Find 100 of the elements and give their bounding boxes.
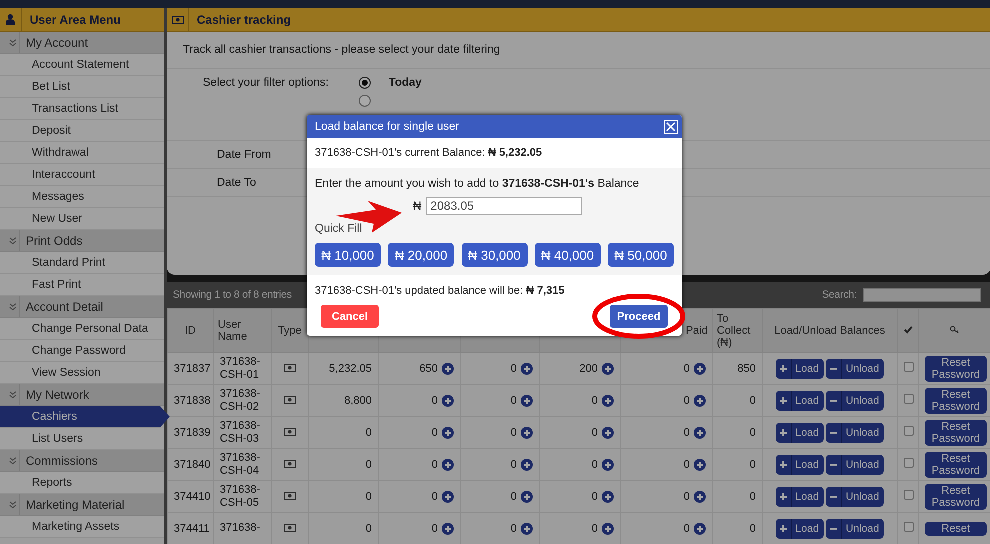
plus-circle-icon[interactable] bbox=[602, 362, 614, 374]
reset-password-button[interactable]: Reset Password bbox=[925, 452, 987, 478]
plus-circle-icon[interactable] bbox=[521, 426, 533, 438]
unload-button[interactable]: Unload bbox=[826, 454, 884, 474]
menu-item[interactable]: Bet List bbox=[0, 76, 164, 98]
chevron-icon bbox=[8, 38, 16, 46]
table-cell: 0 bbox=[432, 522, 438, 534]
plus-circle-icon[interactable] bbox=[602, 522, 614, 534]
quick-fill-button[interactable]: ₦ 20,000 bbox=[388, 243, 454, 267]
unload-button[interactable]: Unload bbox=[826, 518, 884, 538]
table-cell: 0 bbox=[366, 426, 372, 438]
unload-button[interactable]: Unload bbox=[826, 390, 884, 410]
search-field[interactable] bbox=[863, 288, 981, 302]
plus-circle-icon[interactable] bbox=[602, 426, 614, 438]
menu-item[interactable]: Marketing Assets bbox=[0, 516, 164, 538]
quick-fill-button[interactable]: ₦ 30,000 bbox=[462, 243, 528, 267]
plus-circle-icon[interactable] bbox=[602, 458, 614, 470]
amount-prompt: Enter the amount you wish to add to 371638-CSH-01's Balance bbox=[315, 178, 640, 190]
date-from-label: Date From bbox=[217, 148, 272, 160]
plus-circle-icon[interactable] bbox=[694, 362, 706, 374]
menu-item[interactable]: Cashiers bbox=[0, 406, 170, 428]
menu-item[interactable]: Withdrawal bbox=[0, 142, 164, 164]
reset-password-button[interactable]: Reset Password bbox=[925, 420, 987, 446]
menu-item[interactable]: New User bbox=[0, 208, 164, 230]
menu-item[interactable]: Transactions List bbox=[0, 98, 164, 120]
plus-circle-icon[interactable] bbox=[442, 458, 454, 470]
load-button[interactable]: Load bbox=[776, 422, 824, 442]
menu-section[interactable]: My Account bbox=[0, 32, 164, 54]
row-checkbox[interactable] bbox=[904, 522, 914, 532]
banknote-icon bbox=[284, 524, 296, 532]
load-button[interactable]: Load bbox=[776, 358, 824, 378]
menu-section[interactable]: Account Detail bbox=[0, 296, 164, 318]
menu-item[interactable]: View Session bbox=[0, 362, 164, 384]
table-cell: 374411 bbox=[174, 522, 210, 534]
plus-circle-icon[interactable] bbox=[442, 490, 454, 502]
menu-section[interactable]: My Network bbox=[0, 384, 164, 406]
table-cell: 0 bbox=[510, 490, 517, 502]
proceed-button[interactable]: Proceed bbox=[610, 305, 668, 328]
unload-button[interactable]: Unload bbox=[826, 422, 884, 442]
row-checkbox[interactable] bbox=[904, 362, 914, 372]
cancel-button[interactable]: Cancel bbox=[321, 305, 379, 328]
table-cell: 0 bbox=[592, 490, 598, 502]
menu-item[interactable]: Reports bbox=[0, 472, 164, 494]
table-cell: 0 bbox=[510, 522, 517, 534]
menu-item[interactable]: Messages bbox=[0, 186, 164, 208]
row-checkbox[interactable] bbox=[904, 490, 914, 500]
plus-circle-icon[interactable] bbox=[521, 362, 533, 374]
menu-section[interactable]: Print Odds bbox=[0, 230, 164, 252]
row-checkbox[interactable] bbox=[904, 426, 914, 436]
plus-circle-icon[interactable] bbox=[442, 362, 454, 374]
table-cell: 0 bbox=[750, 490, 756, 502]
menu-item[interactable]: Deposit bbox=[0, 120, 164, 142]
quick-fill-button[interactable]: ₦ 40,000 bbox=[534, 243, 601, 267]
plus-circle-icon[interactable] bbox=[442, 394, 454, 406]
reset-password-button[interactable]: Reset bbox=[925, 522, 987, 536]
plus-circle-icon[interactable] bbox=[521, 394, 533, 406]
plus-circle-icon[interactable] bbox=[694, 426, 706, 438]
unload-button[interactable]: Unload bbox=[826, 358, 884, 378]
menu-item[interactable]: Account Statement bbox=[0, 54, 164, 76]
menu-item[interactable]: Change Password bbox=[0, 340, 164, 362]
plus-circle-icon[interactable] bbox=[694, 522, 706, 534]
amount-field[interactable]: 2083.05 bbox=[426, 197, 582, 215]
plus-circle-icon[interactable] bbox=[694, 394, 706, 406]
table-cell: 0 bbox=[750, 426, 756, 438]
menu-item[interactable]: List Users bbox=[0, 428, 164, 450]
load-button[interactable]: Load bbox=[776, 454, 824, 474]
unload-button[interactable]: Unload bbox=[826, 486, 884, 506]
table-cell: 0 bbox=[432, 490, 438, 502]
menu-section[interactable]: Marketing Material bbox=[0, 494, 164, 516]
reset-password-button[interactable]: Reset Password bbox=[925, 484, 987, 510]
table-cell: 0 bbox=[510, 362, 517, 374]
load-button[interactable]: Load bbox=[776, 390, 824, 410]
menu-item[interactable]: Change Personal Data bbox=[0, 318, 164, 340]
radio-button[interactable] bbox=[358, 77, 371, 89]
menu-section[interactable]: Commissions bbox=[0, 450, 164, 472]
close-button[interactable] bbox=[664, 120, 678, 134]
plus-circle-icon[interactable] bbox=[694, 458, 706, 470]
reset-password-button[interactable]: Reset Password bbox=[925, 356, 987, 382]
plus-circle-icon[interactable] bbox=[521, 490, 533, 502]
menu-item[interactable]: Standard Print bbox=[0, 252, 164, 274]
load-button[interactable]: Load bbox=[776, 518, 824, 538]
plus-circle-icon[interactable] bbox=[442, 522, 454, 534]
plus-circle-icon[interactable] bbox=[521, 522, 533, 534]
section-label: My Network bbox=[25, 388, 90, 402]
date-to-label: Date To bbox=[217, 176, 256, 188]
menu-item[interactable]: Fast Print bbox=[0, 274, 164, 296]
radio-button[interactable] bbox=[358, 95, 371, 107]
plus-circle-icon[interactable] bbox=[602, 394, 614, 406]
plus-circle-icon[interactable] bbox=[521, 458, 533, 470]
row-checkbox[interactable] bbox=[904, 394, 914, 404]
reset-password-button[interactable]: Reset Password bbox=[925, 388, 987, 414]
plus-circle-icon[interactable] bbox=[442, 426, 454, 438]
menu-item[interactable]: Interaccount bbox=[0, 164, 164, 186]
currency-symbol: ₦ bbox=[413, 199, 422, 213]
quick-fill-button[interactable]: ₦ 10,000 bbox=[315, 243, 381, 267]
plus-circle-icon[interactable] bbox=[694, 490, 706, 502]
quick-fill-button[interactable]: ₦ 50,000 bbox=[608, 243, 674, 267]
plus-circle-icon[interactable] bbox=[602, 490, 614, 502]
row-checkbox[interactable] bbox=[904, 458, 914, 468]
load-button[interactable]: Load bbox=[776, 486, 824, 506]
